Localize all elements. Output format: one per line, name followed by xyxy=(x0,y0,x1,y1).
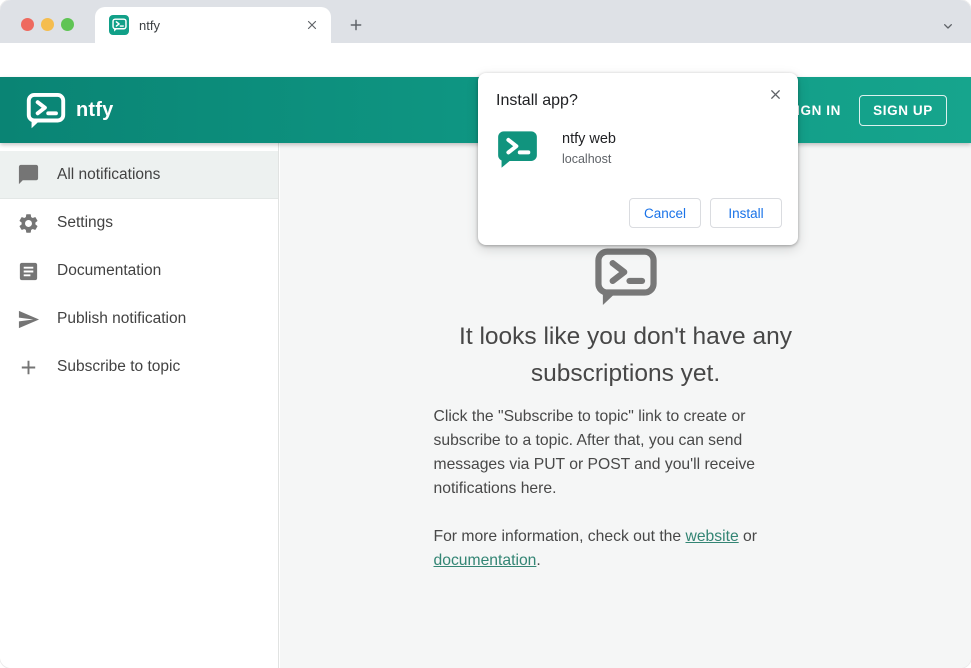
website-link[interactable]: website xyxy=(685,528,738,545)
sidebar-item-subscribe-to-topic[interactable]: Subscribe to topic xyxy=(0,343,278,391)
tab-title: ntfy xyxy=(139,17,160,33)
gear-icon xyxy=(19,213,38,233)
sidebar-item-publish-notification[interactable]: Publish notification xyxy=(0,295,278,343)
sidebar: All notifications Settings Documentation… xyxy=(0,143,279,668)
tab-search-chevron-icon[interactable] xyxy=(936,14,960,38)
sidebar-item-settings[interactable]: Settings xyxy=(0,199,278,247)
documentation-link[interactable]: documentation xyxy=(434,552,537,569)
tab-close-icon[interactable] xyxy=(303,16,321,34)
sidebar-item-all-notifications[interactable]: All notifications xyxy=(0,151,278,199)
sidebar-item-label: Publish notification xyxy=(57,310,187,327)
empty-state-heading: It looks like you don't have any subscri… xyxy=(459,323,792,387)
browser-tab[interactable]: ntfy xyxy=(95,7,331,43)
dialog-title: Install app? xyxy=(496,92,578,109)
more-info-text: For more information, check out the webs… xyxy=(434,525,786,573)
cancel-button[interactable]: Cancel xyxy=(628,198,701,228)
sidebar-item-label: All notifications xyxy=(57,165,161,183)
new-tab-button[interactable] xyxy=(344,13,368,37)
mac-close-button[interactable] xyxy=(21,18,34,31)
sidebar-item-documentation[interactable]: Documentation xyxy=(0,247,278,295)
mac-zoom-button[interactable] xyxy=(61,18,74,31)
sidebar-item-label: Settings xyxy=(57,214,114,231)
sidebar-item-label: Documentation xyxy=(57,262,162,279)
install-app-dialog: Install app? ntfy web localhost Cancel I… xyxy=(478,73,798,245)
ntfy-empty-state-logo-icon xyxy=(594,247,658,306)
ntfy-logo-icon xyxy=(26,92,66,129)
more-info-middle: or xyxy=(743,528,757,545)
browser-toolbar: localhost xyxy=(0,43,971,116)
send-icon xyxy=(18,310,40,328)
chat-bubble-icon xyxy=(18,164,39,185)
article-icon xyxy=(19,262,38,280)
browser-window: ntfy ntfy SIGN IN SIGN UP All notificati… xyxy=(0,0,971,668)
empty-state-description: Click the "Subscribe to topic" link to c… xyxy=(433,408,756,497)
dialog-app-name: ntfy web xyxy=(562,131,616,147)
tab-strip: ntfy xyxy=(0,0,971,43)
more-info-after: . xyxy=(536,552,541,569)
sidebar-item-label: Subscribe to topic xyxy=(57,358,181,375)
mac-minimize-button[interactable] xyxy=(41,18,54,31)
plus-icon xyxy=(21,360,36,374)
ntfy-app-icon xyxy=(497,130,538,168)
sign-up-button[interactable]: SIGN UP xyxy=(859,94,947,126)
install-button[interactable]: Install xyxy=(710,198,782,228)
app-title: ntfy xyxy=(76,98,114,121)
more-info-before: For more information, check out the xyxy=(433,528,686,545)
dialog-close-icon[interactable] xyxy=(764,83,786,105)
ntfy-favicon-icon xyxy=(109,15,129,35)
dialog-app-origin: localhost xyxy=(562,152,612,166)
